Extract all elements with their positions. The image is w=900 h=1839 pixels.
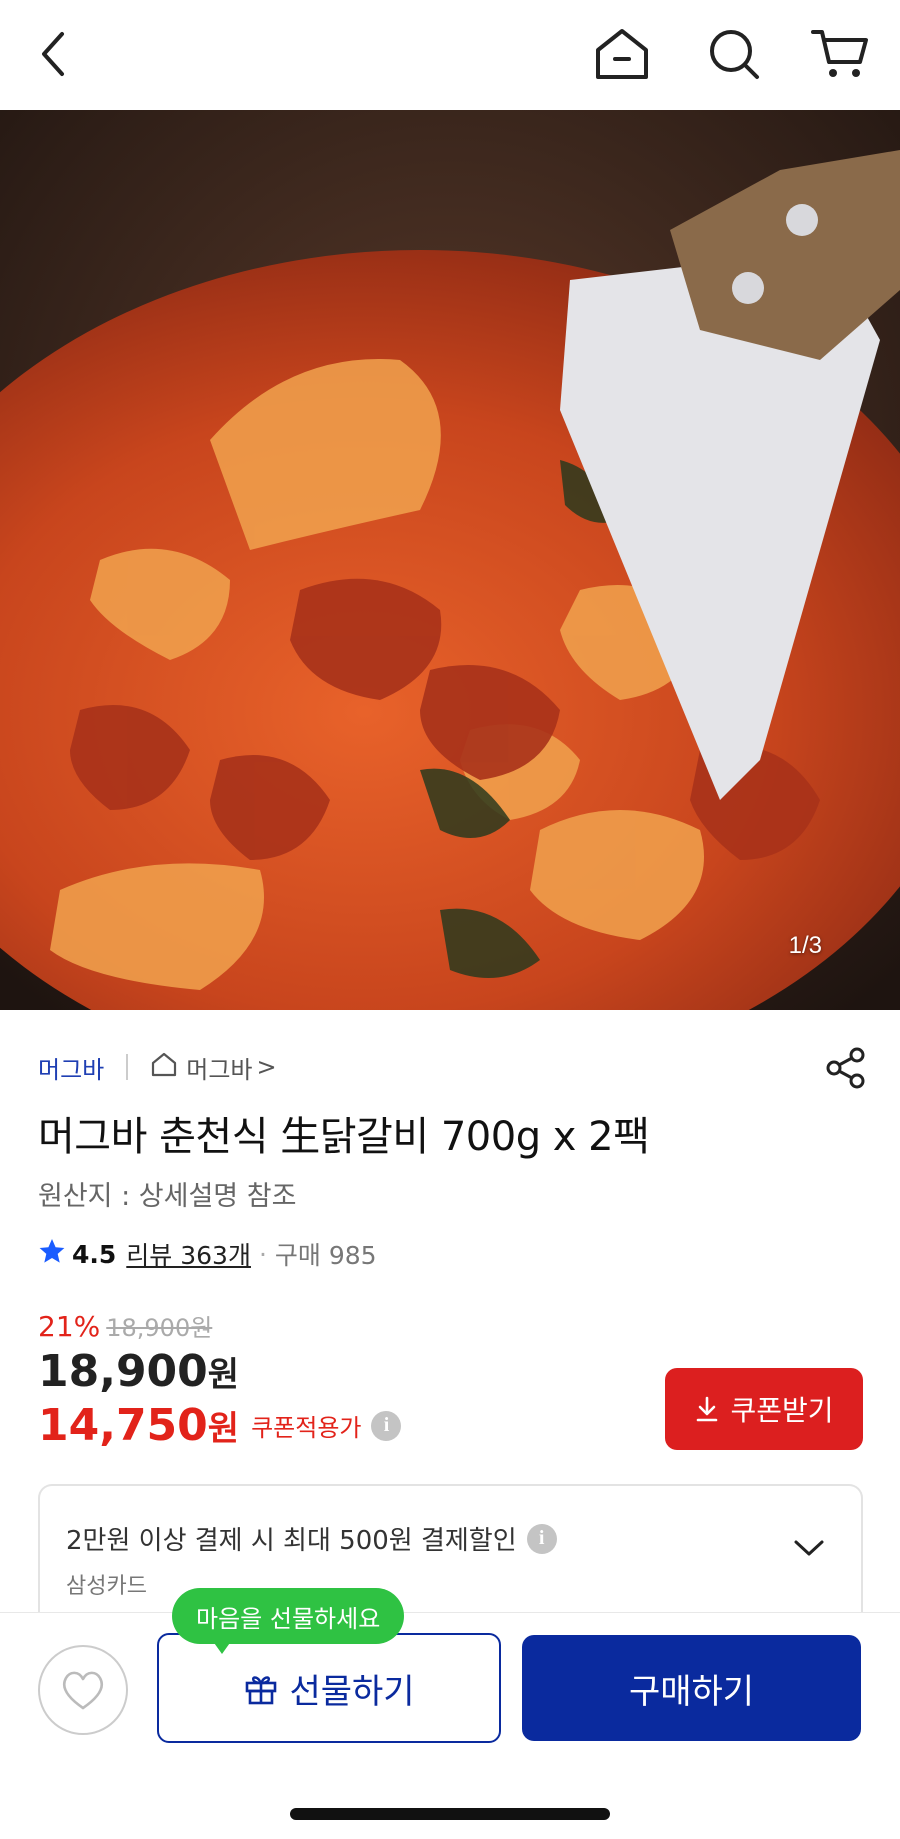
card-name: 삼성카드 [66, 1574, 147, 1599]
home-icon[interactable] [590, 22, 654, 86]
cart-icon[interactable] [808, 22, 872, 86]
buy-button-label: 구매하기 [628, 1671, 755, 1712]
sale-price: 18,900원 [38, 1346, 239, 1397]
divider [126, 1054, 129, 1080]
coupon-price-label: 쿠폰적용가 [251, 1414, 362, 1442]
purchase-count: 구매 985 [274, 1241, 377, 1270]
share-icon[interactable] [824, 1046, 868, 1090]
gift-button-label: 선물하기 [289, 1671, 415, 1712]
coupon-price: 14,750원 [38, 1400, 239, 1451]
coupon-price-unit: 원 [207, 1409, 240, 1449]
chevron-right-icon: > [256, 1053, 277, 1081]
search-icon[interactable] [702, 22, 766, 86]
product-image[interactable]: 1/3 [0, 110, 900, 1010]
star-icon [38, 1237, 66, 1271]
chevron-down-icon[interactable] [793, 1538, 825, 1562]
review-link[interactable]: 리뷰 363개 [126, 1236, 251, 1272]
bottom-action-bar: 선물하기 구매하기 [0, 1612, 900, 1839]
product-title: 머그바 춘천식 生닭갈비 700g x 2팩 [38, 1114, 650, 1160]
card-discount-box[interactable]: 2만원 이상 결제 시 최대 500원 결제할인 i 삼성카드 [38, 1484, 863, 1624]
card-discount-title: 2만원 이상 결제 시 최대 500원 결제할인 i [66, 1520, 557, 1557]
coupon-button-label: 쿠폰받기 [730, 1394, 834, 1427]
top-nav-bar [0, 0, 900, 110]
info-icon[interactable]: i [371, 1410, 402, 1441]
store-link[interactable]: 머그바 > [150, 1050, 277, 1085]
tooltip-tail [212, 1640, 232, 1654]
coupon-price-number: 14,750 [38, 1400, 208, 1451]
rating-row: 4.5 리뷰 363개 · 구매 985 [38, 1236, 377, 1272]
card-info-icon[interactable]: i [526, 1523, 557, 1554]
rating-value: 4.5 [72, 1239, 117, 1269]
home-indicator [290, 1808, 610, 1820]
discount-rate: 21% [38, 1310, 101, 1343]
image-counter: 1/3 [788, 932, 822, 959]
store-home-icon [150, 1051, 178, 1083]
download-coupon-button[interactable]: 쿠폰받기 [665, 1368, 863, 1450]
back-icon[interactable] [22, 22, 86, 86]
gift-button[interactable]: 선물하기 [157, 1633, 501, 1743]
card-discount-text: 2만원 이상 결제 시 최대 500원 결제할인 [66, 1526, 517, 1556]
coupon-price-row: 14,750원 쿠폰적용가 i [38, 1400, 402, 1451]
gift-icon [246, 1676, 277, 1705]
sale-price-number: 18,900 [38, 1346, 208, 1397]
wishlist-button[interactable] [38, 1645, 128, 1735]
gift-tooltip: 마음을 선물하세요 [172, 1588, 405, 1644]
seller-row: 머그바 머그바 > [38, 1047, 868, 1089]
download-icon [697, 1396, 718, 1422]
origin-info: 원산지 : 상세설명 참조 [38, 1181, 297, 1212]
buy-button[interactable]: 구매하기 [522, 1635, 861, 1741]
discount-row: 21% 18,900원 [38, 1308, 212, 1343]
heart-icon [63, 1671, 103, 1710]
dot-separator: · [258, 1239, 267, 1269]
seller-name[interactable]: 머그바 [38, 1050, 104, 1085]
store-label: 머그바 [186, 1055, 253, 1084]
original-price: 18,900원 [106, 1314, 213, 1342]
sale-price-unit: 원 [207, 1355, 240, 1395]
